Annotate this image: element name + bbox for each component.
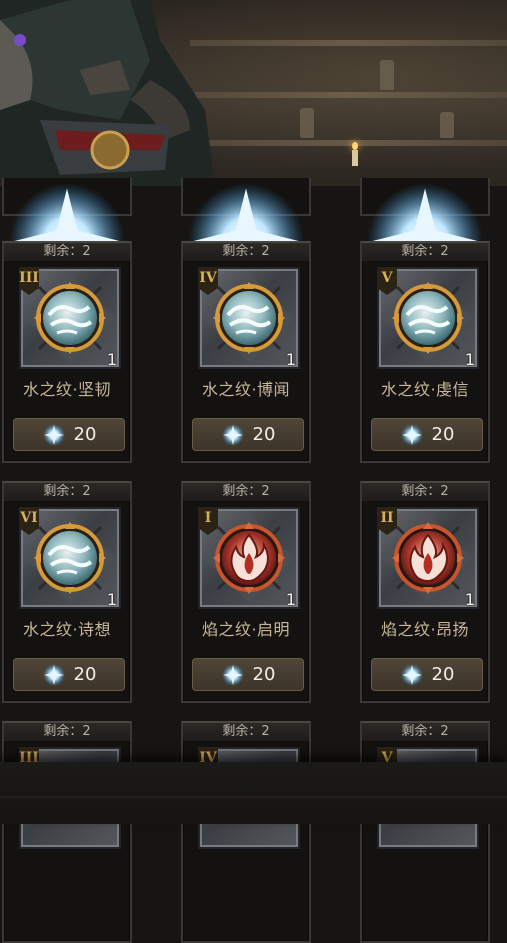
shop-card[interactable]: 剩余：2 V 1 水之纹·虔信 20 — [360, 241, 490, 463]
price-value: 20 — [431, 664, 455, 685]
item-frame: IV 1 — [198, 267, 300, 369]
remaining-stock: 剩余：2 — [4, 483, 130, 501]
price-button[interactable]: 20 — [371, 418, 483, 451]
crystal-gem-icon — [221, 663, 245, 687]
remaining-stock: 剩余：2 — [362, 243, 488, 261]
price-button[interactable]: 20 — [371, 658, 483, 691]
price-value: 20 — [73, 424, 97, 445]
item-frame: I 1 — [198, 507, 300, 609]
item-name: 水之纹·虔信 — [380, 380, 470, 399]
remaining-stock: 剩余：2 — [183, 243, 309, 261]
item-frame: III 1 — [19, 267, 121, 369]
item-name: 焰之纹·启明 — [201, 620, 291, 639]
price-button[interactable]: 20 — [13, 418, 125, 451]
item-count: 1 — [285, 590, 296, 609]
shop-card[interactable]: 剩余：2 IV 1 水之纹·博闻 20 — [181, 241, 311, 463]
price-value: 20 — [431, 424, 455, 445]
shop-card-partial[interactable]: 剩余：2 V — [360, 721, 490, 943]
price-button[interactable]: 20 — [192, 658, 304, 691]
remaining-stock: 剩余：2 — [4, 723, 130, 741]
divider — [0, 796, 507, 798]
remaining-stock: 剩余：2 — [362, 723, 488, 741]
item-count: 1 — [285, 350, 296, 369]
crystal-gem-icon — [221, 423, 245, 447]
shop-card-partial[interactable]: 20 — [360, 178, 490, 327]
price-value: 20 — [252, 424, 276, 445]
item-count: 1 — [106, 350, 117, 369]
price-value: 20 — [252, 664, 276, 685]
item-name: 水之纹·诗想 — [22, 620, 112, 639]
item-name: 水之纹·坚韧 — [22, 380, 112, 399]
price-value: 20 — [73, 664, 97, 685]
shop-card-partial[interactable]: 剩余：2 IV — [181, 721, 311, 943]
crystal-gem-icon — [42, 663, 66, 687]
shop-card[interactable]: 剩余：2 I 1 焰之纹·启明 20 — [181, 481, 311, 703]
price-button[interactable]: 20 — [13, 658, 125, 691]
shop-card-partial[interactable]: 20 — [181, 178, 311, 327]
item-frame: VI 1 — [19, 507, 121, 609]
remaining-stock: 剩余：2 — [4, 243, 130, 261]
item-frame: V 1 — [377, 267, 479, 369]
price-button[interactable]: 20 — [192, 418, 304, 451]
item-name: 水之纹·博闻 — [201, 380, 291, 399]
shop-card[interactable]: 剩余：2 VI 1 水之纹·诗想 20 — [2, 481, 132, 703]
shop-card-partial[interactable]: 剩余：2 III — [2, 721, 132, 943]
item-count: 1 — [464, 590, 475, 609]
item-count: 1 — [464, 350, 475, 369]
item-count: 1 — [106, 590, 117, 609]
remaining-stock: 剩余：2 — [183, 483, 309, 501]
shop-grid: 15 20 20 剩余：2 III 1 水之纹·坚韧 20 剩余：2 IV — [0, 0, 507, 943]
shop-card[interactable]: 剩余：2 II 1 焰之纹·昂扬 20 — [360, 481, 490, 703]
item-name: 焰之纹·昂扬 — [380, 620, 470, 639]
shop-card-partial[interactable]: 15 — [2, 178, 132, 327]
crystal-gem-icon — [400, 663, 424, 687]
remaining-stock: 剩余：2 — [183, 723, 309, 741]
crystal-gem-icon — [400, 423, 424, 447]
shop-card[interactable]: 剩余：2 III 1 水之纹·坚韧 20 — [2, 241, 132, 463]
remaining-stock: 剩余：2 — [362, 483, 488, 501]
bottom-bar — [0, 762, 507, 824]
crystal-gem-icon — [42, 423, 66, 447]
item-frame: II 1 — [377, 507, 479, 609]
